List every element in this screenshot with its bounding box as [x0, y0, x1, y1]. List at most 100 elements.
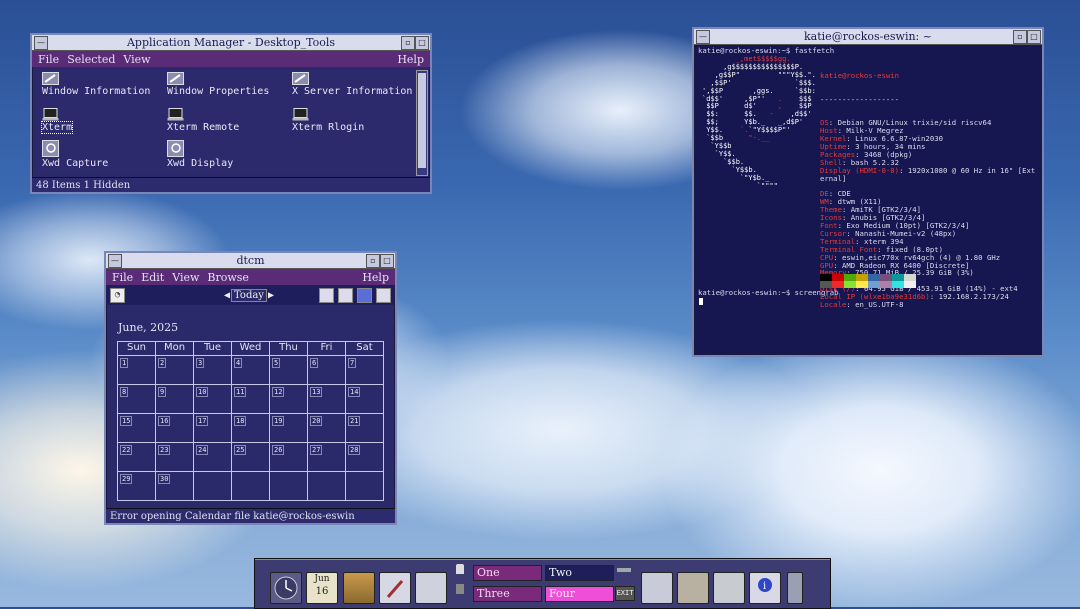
day-cell[interactable]: 5 — [270, 356, 308, 384]
app-x-server-information[interactable]: X Server Information — [292, 72, 412, 97]
menu-file[interactable]: File — [38, 53, 59, 66]
month-view-icon[interactable] — [357, 287, 372, 303]
prev-button[interactable]: ◀ — [224, 290, 230, 301]
app-xterm[interactable]: Xterm — [40, 108, 74, 134]
day-cell[interactable]: 16 — [156, 414, 194, 442]
menu-edit[interactable]: Edit — [141, 271, 164, 284]
style-manager-icon[interactable] — [677, 572, 709, 604]
week-view-icon[interactable] — [338, 287, 353, 303]
day-cell[interactable]: 2 — [156, 356, 194, 384]
day-cell[interactable]: 14 — [346, 385, 383, 413]
menu-selected[interactable]: Selected — [67, 53, 115, 66]
app-xterm-remote[interactable]: Xterm Remote — [167, 108, 239, 133]
lock-icon[interactable] — [456, 564, 464, 574]
day-cell[interactable]: 12 — [270, 385, 308, 413]
app-xterm-rlogin[interactable]: Xterm Rlogin — [292, 108, 364, 133]
day-cell[interactable]: 15 — [118, 414, 156, 442]
day-cell[interactable] — [232, 472, 270, 500]
window-menu-button[interactable]: — — [34, 36, 48, 50]
trash-icon[interactable] — [787, 572, 803, 604]
app-window-properties[interactable]: Window Properties — [167, 72, 269, 97]
maximize-button[interactable]: □ — [380, 254, 394, 268]
minimize-button[interactable]: ▫ — [366, 254, 380, 268]
day-cell[interactable]: 25 — [232, 443, 270, 471]
day-cell[interactable] — [346, 472, 383, 500]
day-cell[interactable]: 30 — [156, 472, 194, 500]
day-cell[interactable]: 20 — [308, 414, 346, 442]
day-view-icon[interactable] — [319, 287, 334, 303]
day-cell[interactable] — [194, 472, 232, 500]
workspace-four-button[interactable]: Four — [545, 586, 614, 602]
day-cell[interactable] — [270, 472, 308, 500]
day-cell[interactable] — [308, 472, 346, 500]
next-button[interactable]: ▶ — [268, 290, 274, 301]
window-menu-button[interactable]: — — [108, 254, 122, 268]
menu-view[interactable]: View — [172, 271, 199, 284]
day-cell[interactable]: 24 — [194, 443, 232, 471]
day-number: 4 — [234, 358, 243, 368]
day-cell[interactable]: 29 — [118, 472, 156, 500]
mailer-icon[interactable] — [415, 572, 447, 604]
file-manager-icon[interactable] — [343, 572, 375, 604]
workspace-two-button[interactable]: Two — [545, 565, 614, 581]
appointment-editor-button[interactable]: ◔ — [110, 287, 125, 303]
printer-icon[interactable] — [641, 572, 673, 604]
menu-file[interactable]: File — [112, 271, 133, 284]
day-cell[interactable]: 21 — [346, 414, 383, 442]
maximize-button[interactable]: □ — [415, 36, 429, 50]
day-cell[interactable]: 11 — [232, 385, 270, 413]
title-bar[interactable]: — dtcm ▫ □ — [106, 253, 395, 269]
info-line: ernal] — [820, 174, 1035, 183]
tools-icon — [42, 72, 59, 85]
day-cell[interactable]: 28 — [346, 443, 383, 471]
app-window-information[interactable]: Window Information — [42, 72, 150, 97]
workspace-three-button[interactable]: Three — [473, 586, 542, 602]
menu-view[interactable]: View — [123, 53, 150, 66]
calendar-window: — dtcm ▫ □ File Edit View Browse Help ◔ … — [104, 251, 397, 525]
clock-icon[interactable] — [270, 572, 302, 604]
window-menu-button[interactable]: — — [696, 30, 710, 44]
menu-help[interactable]: Help — [362, 271, 389, 284]
busy-light-icon — [456, 584, 464, 594]
day-cell[interactable]: 8 — [118, 385, 156, 413]
menu-help[interactable]: Help — [397, 53, 424, 66]
day-cell[interactable]: 26 — [270, 443, 308, 471]
exit-button[interactable]: EXIT — [615, 586, 635, 601]
app-xwd-capture[interactable]: Xwd Capture — [42, 140, 108, 169]
day-number: 19 — [272, 416, 285, 426]
day-cell[interactable]: 17 — [194, 414, 232, 442]
maximize-button[interactable]: □ — [1027, 30, 1041, 44]
help-icon[interactable]: i — [749, 572, 781, 604]
minimize-button[interactable]: ▫ — [1013, 30, 1027, 44]
minimize-button[interactable]: ▫ — [401, 36, 415, 50]
day-cell[interactable]: 18 — [232, 414, 270, 442]
calendar-icon[interactable]: Jun 16 — [306, 572, 338, 604]
day-cell[interactable]: 1 — [118, 356, 156, 384]
day-cell[interactable]: 9 — [156, 385, 194, 413]
today-button[interactable]: Today — [231, 288, 267, 302]
workspace-one-button[interactable]: One — [473, 565, 542, 581]
week-row: 1 2 3 4 5 6 7 — [118, 356, 383, 385]
title-bar[interactable]: — katie@rockos-eswin: ~ ▫ □ — [694, 29, 1042, 45]
menu-browse[interactable]: Browse — [207, 271, 249, 284]
day-cell[interactable]: 4 — [232, 356, 270, 384]
scrollbar-thumb[interactable] — [418, 73, 426, 168]
day-cell[interactable]: 22 — [118, 443, 156, 471]
palette-swatch — [904, 281, 916, 288]
year-view-icon[interactable] — [376, 287, 391, 303]
day-cell[interactable]: 10 — [194, 385, 232, 413]
vertical-scrollbar[interactable] — [416, 70, 428, 176]
day-cell[interactable]: 3 — [194, 356, 232, 384]
app-xwd-display[interactable]: Xwd Display — [167, 140, 233, 169]
application-manager-icon[interactable] — [713, 572, 745, 604]
day-cell[interactable]: 7 — [346, 356, 383, 384]
day-cell[interactable]: 13 — [308, 385, 346, 413]
day-cell[interactable]: 23 — [156, 443, 194, 471]
day-cell[interactable]: 6 — [308, 356, 346, 384]
day-cell[interactable]: 19 — [270, 414, 308, 442]
title-bar[interactable]: — Application Manager - Desktop_Tools ▫ … — [32, 35, 430, 51]
text-editor-icon[interactable] — [379, 572, 411, 604]
day-cell[interactable]: 27 — [308, 443, 346, 471]
terminal-output[interactable]: katie@rockos-eswin:~$ fastfetch _,met$$$… — [696, 46, 1040, 353]
weekday-sun: Sun — [118, 342, 156, 355]
